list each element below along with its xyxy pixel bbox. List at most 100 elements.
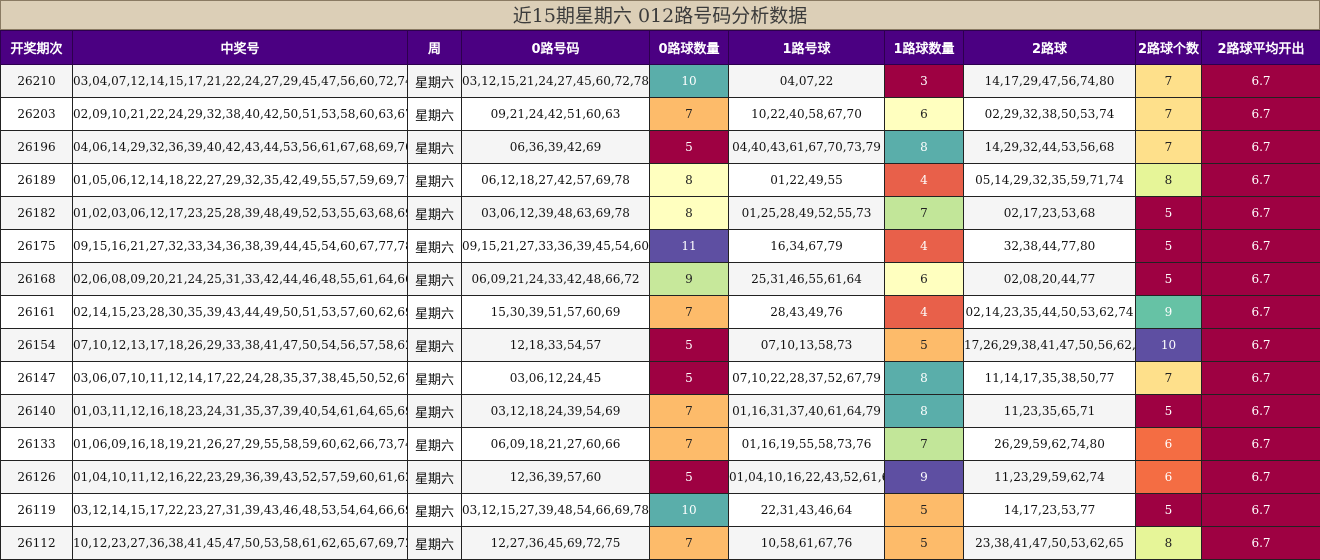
cell-weekday: 星期六 xyxy=(407,460,462,494)
cell-route0-count: 7 xyxy=(649,295,729,329)
cell-weekday: 星期六 xyxy=(407,526,462,560)
cell-route1-count: 8 xyxy=(884,361,964,395)
cell-route1-numbers: 01,22,49,55 xyxy=(728,163,885,197)
cell-route1-count: 7 xyxy=(884,196,964,230)
cell-route2-average: 6.7 xyxy=(1201,295,1320,329)
cell-route1-count: 8 xyxy=(884,394,964,428)
cell-weekday: 星期六 xyxy=(407,262,462,296)
cell-route1-count: 5 xyxy=(884,526,964,560)
cell-route1-numbers: 07,10,13,58,73 xyxy=(728,328,885,362)
cell-route1-numbers: 16,34,67,79 xyxy=(728,229,885,263)
cell-winning-numbers: 03,04,07,12,14,15,17,21,22,24,27,29,45,4… xyxy=(72,64,408,98)
cell-route2-numbers: 11,23,35,65,71 xyxy=(963,394,1136,428)
cell-route0-numbers: 09,15,21,27,33,36,39,45,54,60,78 xyxy=(461,229,650,263)
cell-route0-count: 8 xyxy=(649,163,729,197)
header-route1-numbers: 1路号球 xyxy=(728,30,885,65)
header-winning-numbers: 中奖号 xyxy=(72,30,408,65)
cell-route2-numbers: 11,23,29,59,62,74 xyxy=(963,460,1136,494)
cell-route0-numbers: 06,09,21,24,33,42,48,66,72 xyxy=(461,262,650,296)
cell-route1-count: 3 xyxy=(884,64,964,98)
cell-route1-numbers: 10,58,61,67,76 xyxy=(728,526,885,560)
cell-route2-average: 6.7 xyxy=(1201,196,1320,230)
cell-period: 26140 xyxy=(0,394,73,428)
cell-route2-average: 6.7 xyxy=(1201,394,1320,428)
cell-route2-average: 6.7 xyxy=(1201,361,1320,395)
cell-winning-numbers: 01,05,06,12,14,18,22,27,29,32,35,42,49,5… xyxy=(72,163,408,197)
cell-period: 26196 xyxy=(0,130,73,164)
header-route0-count: 0路球数量 xyxy=(649,30,729,65)
cell-winning-numbers: 03,06,07,10,11,12,14,17,22,24,28,35,37,3… xyxy=(72,361,408,395)
cell-weekday: 星期六 xyxy=(407,64,462,98)
cell-route1-numbers: 01,25,28,49,52,55,73 xyxy=(728,196,885,230)
header-route2-count: 2路球个数 xyxy=(1135,30,1202,65)
cell-period: 26210 xyxy=(0,64,73,98)
cell-route2-numbers: 11,14,17,35,38,50,77 xyxy=(963,361,1136,395)
cell-route0-numbers: 09,21,24,42,51,60,63 xyxy=(461,97,650,131)
cell-route2-count: 5 xyxy=(1135,196,1202,230)
cell-period: 26126 xyxy=(0,460,73,494)
cell-route2-numbers: 32,38,44,77,80 xyxy=(963,229,1136,263)
cell-period: 26133 xyxy=(0,427,73,461)
cell-period: 26182 xyxy=(0,196,73,230)
cell-route2-count: 8 xyxy=(1135,526,1202,560)
table-row: 26133 01,06,09,16,18,19,21,26,27,29,55,58… xyxy=(0,427,1320,461)
cell-route2-average: 6.7 xyxy=(1201,262,1320,296)
cell-winning-numbers: 04,06,14,29,32,36,39,40,42,43,44,53,56,6… xyxy=(72,130,408,164)
cell-route0-count: 5 xyxy=(649,130,729,164)
cell-route0-count: 7 xyxy=(649,427,729,461)
cell-period: 26168 xyxy=(0,262,73,296)
header-route2-numbers: 2路球 xyxy=(963,30,1136,65)
cell-route0-count: 5 xyxy=(649,361,729,395)
table-row: 26119 03,12,14,15,17,22,23,27,31,39,43,46… xyxy=(0,493,1320,527)
cell-route0-count: 7 xyxy=(649,97,729,131)
table-row: 26203 02,09,10,21,22,24,29,32,38,40,42,50… xyxy=(0,97,1320,131)
cell-route2-count: 5 xyxy=(1135,229,1202,263)
cell-route1-numbers: 01,16,31,37,40,61,64,79 xyxy=(728,394,885,428)
cell-route0-numbers: 03,12,15,27,39,48,54,66,69,78 xyxy=(461,493,650,527)
cell-winning-numbers: 10,12,23,27,36,38,41,45,47,50,53,58,61,6… xyxy=(72,526,408,560)
table-row: 26168 02,06,08,09,20,21,24,25,31,33,42,44… xyxy=(0,262,1320,296)
cell-route0-count: 5 xyxy=(649,460,729,494)
cell-weekday: 星期六 xyxy=(407,328,462,362)
cell-route2-count: 6 xyxy=(1135,427,1202,461)
cell-route2-numbers: 23,38,41,47,50,53,62,65 xyxy=(963,526,1136,560)
cell-route1-numbers: 04,40,43,61,67,70,73,79 xyxy=(728,130,885,164)
cell-route0-count: 10 xyxy=(649,493,729,527)
cell-weekday: 星期六 xyxy=(407,394,462,428)
cell-route1-count: 5 xyxy=(884,493,964,527)
table-row: 26140 01,03,11,12,16,18,23,24,31,35,37,39… xyxy=(0,394,1320,428)
cell-route2-count: 7 xyxy=(1135,361,1202,395)
cell-route0-count: 11 xyxy=(649,229,729,263)
header-period: 开奖期次 xyxy=(0,30,73,65)
cell-period: 26147 xyxy=(0,361,73,395)
cell-route0-numbers: 06,12,18,27,42,57,69,78 xyxy=(461,163,650,197)
cell-weekday: 星期六 xyxy=(407,97,462,131)
cell-route2-count: 9 xyxy=(1135,295,1202,329)
cell-route0-numbers: 06,09,18,21,27,60,66 xyxy=(461,427,650,461)
cell-route0-numbers: 15,30,39,51,57,60,69 xyxy=(461,295,650,329)
cell-period: 26112 xyxy=(0,526,73,560)
cell-route0-count: 7 xyxy=(649,526,729,560)
header-route0-numbers: 0路号码 xyxy=(461,30,650,65)
cell-route0-count: 7 xyxy=(649,394,729,428)
cell-route2-numbers: 02,29,32,38,50,53,74 xyxy=(963,97,1136,131)
cell-route1-count: 8 xyxy=(884,130,964,164)
page-title: 近15期星期六 012路号码分析数据 xyxy=(0,0,1320,30)
cell-weekday: 星期六 xyxy=(407,295,462,329)
cell-route2-average: 6.7 xyxy=(1201,493,1320,527)
cell-route2-count: 7 xyxy=(1135,97,1202,131)
cell-route1-numbers: 22,31,43,46,64 xyxy=(728,493,885,527)
cell-winning-numbers: 01,04,10,11,12,16,22,23,29,36,39,43,52,5… xyxy=(72,460,408,494)
cell-route0-count: 5 xyxy=(649,328,729,362)
cell-route2-numbers: 14,17,29,47,56,74,80 xyxy=(963,64,1136,98)
cell-route0-numbers: 12,18,33,54,57 xyxy=(461,328,650,362)
cell-winning-numbers: 03,12,14,15,17,22,23,27,31,39,43,46,48,5… xyxy=(72,493,408,527)
cell-route0-numbers: 03,12,18,24,39,54,69 xyxy=(461,394,650,428)
cell-winning-numbers: 01,03,11,12,16,18,23,24,31,35,37,39,40,5… xyxy=(72,394,408,428)
cell-route1-numbers: 07,10,22,28,37,52,67,79 xyxy=(728,361,885,395)
cell-route1-count: 5 xyxy=(884,328,964,362)
cell-route1-numbers: 28,43,49,76 xyxy=(728,295,885,329)
cell-route2-numbers: 14,17,23,53,77 xyxy=(963,493,1136,527)
cell-route1-count: 4 xyxy=(884,295,964,329)
table-row: 26182 01,02,03,06,12,17,23,25,28,39,48,49… xyxy=(0,196,1320,230)
